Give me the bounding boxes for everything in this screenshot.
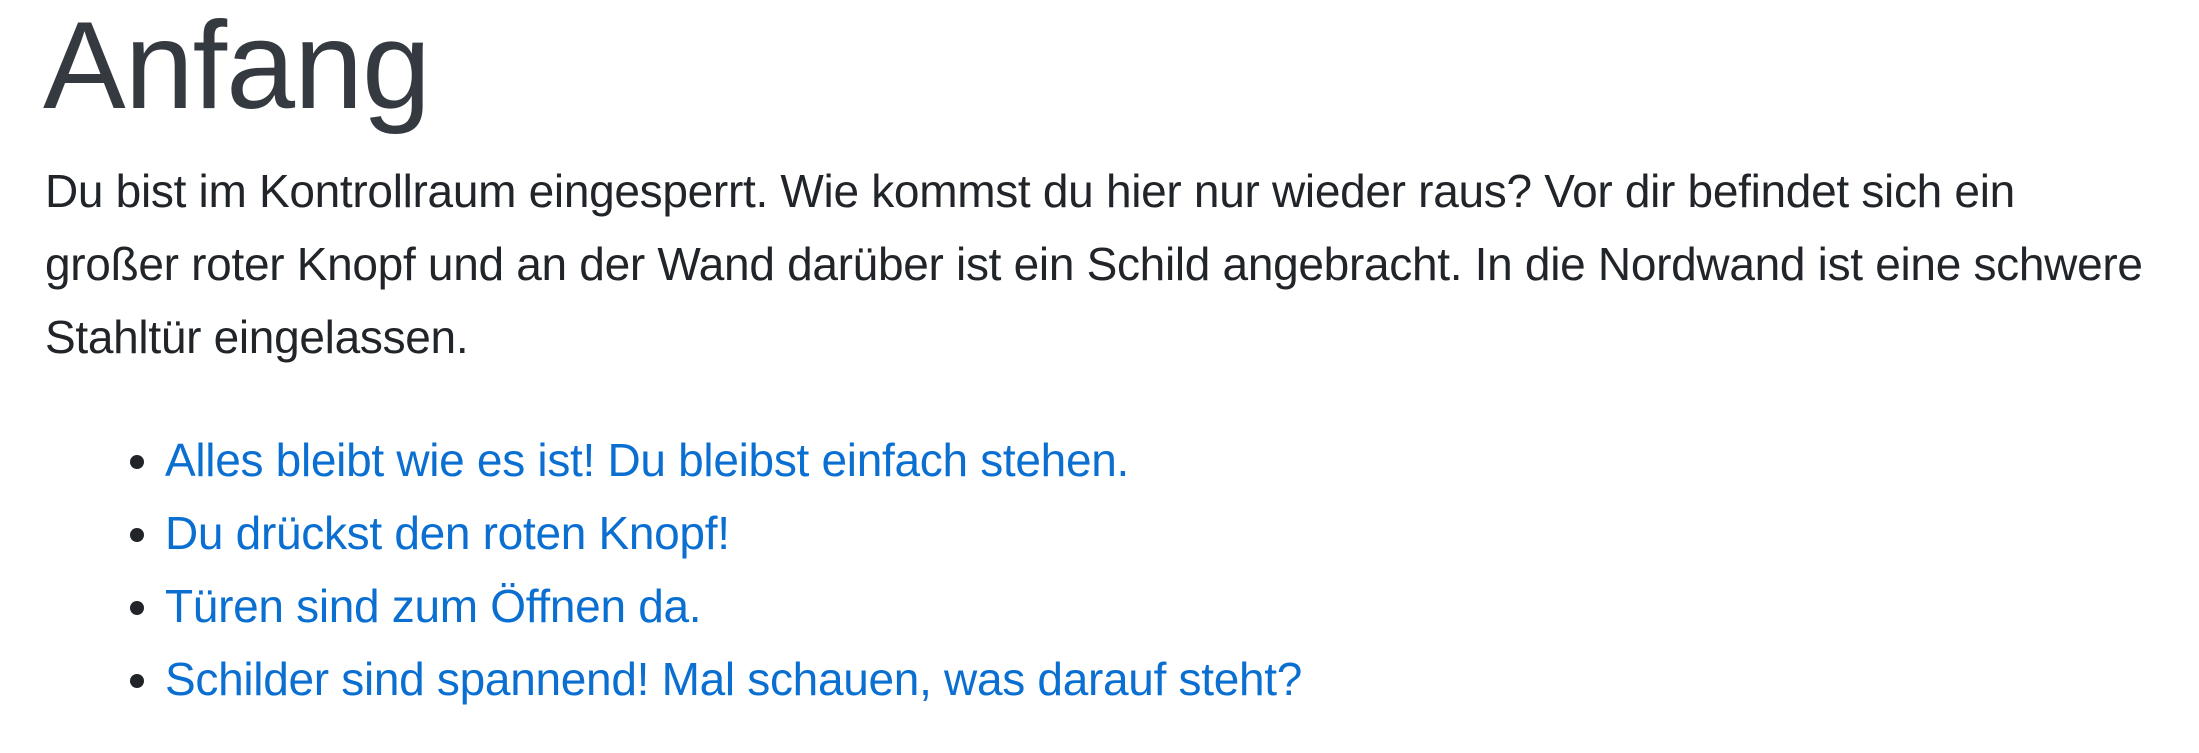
choice-open-door-link[interactable]: Türen sind zum Öffnen da. (165, 580, 702, 632)
choice-list: Alles bleibt wie es ist! Du bleibst einf… (45, 424, 1302, 716)
choice-stay-link[interactable]: Alles bleibt wie es ist! Du bleibst einf… (165, 434, 1129, 486)
scene-title: Anfang (43, 0, 431, 135)
list-item: Schilder sind spannend! Mal schauen, was… (165, 643, 1302, 716)
list-item: Du drückst den roten Knopf! (165, 497, 1302, 570)
list-item: Türen sind zum Öffnen da. (165, 570, 1302, 643)
story-page: Anfang Du bist im Kontrollraum eingesper… (0, 0, 2199, 753)
list-item: Alles bleibt wie es ist! Du bleibst einf… (165, 424, 1302, 497)
choice-press-button-link[interactable]: Du drückst den roten Knopf! (165, 507, 730, 559)
scene-description: Du bist im Kontrollraum eingesperrt. Wie… (45, 165, 2143, 363)
choice-read-sign-link[interactable]: Schilder sind spannend! Mal schauen, was… (165, 653, 1302, 705)
